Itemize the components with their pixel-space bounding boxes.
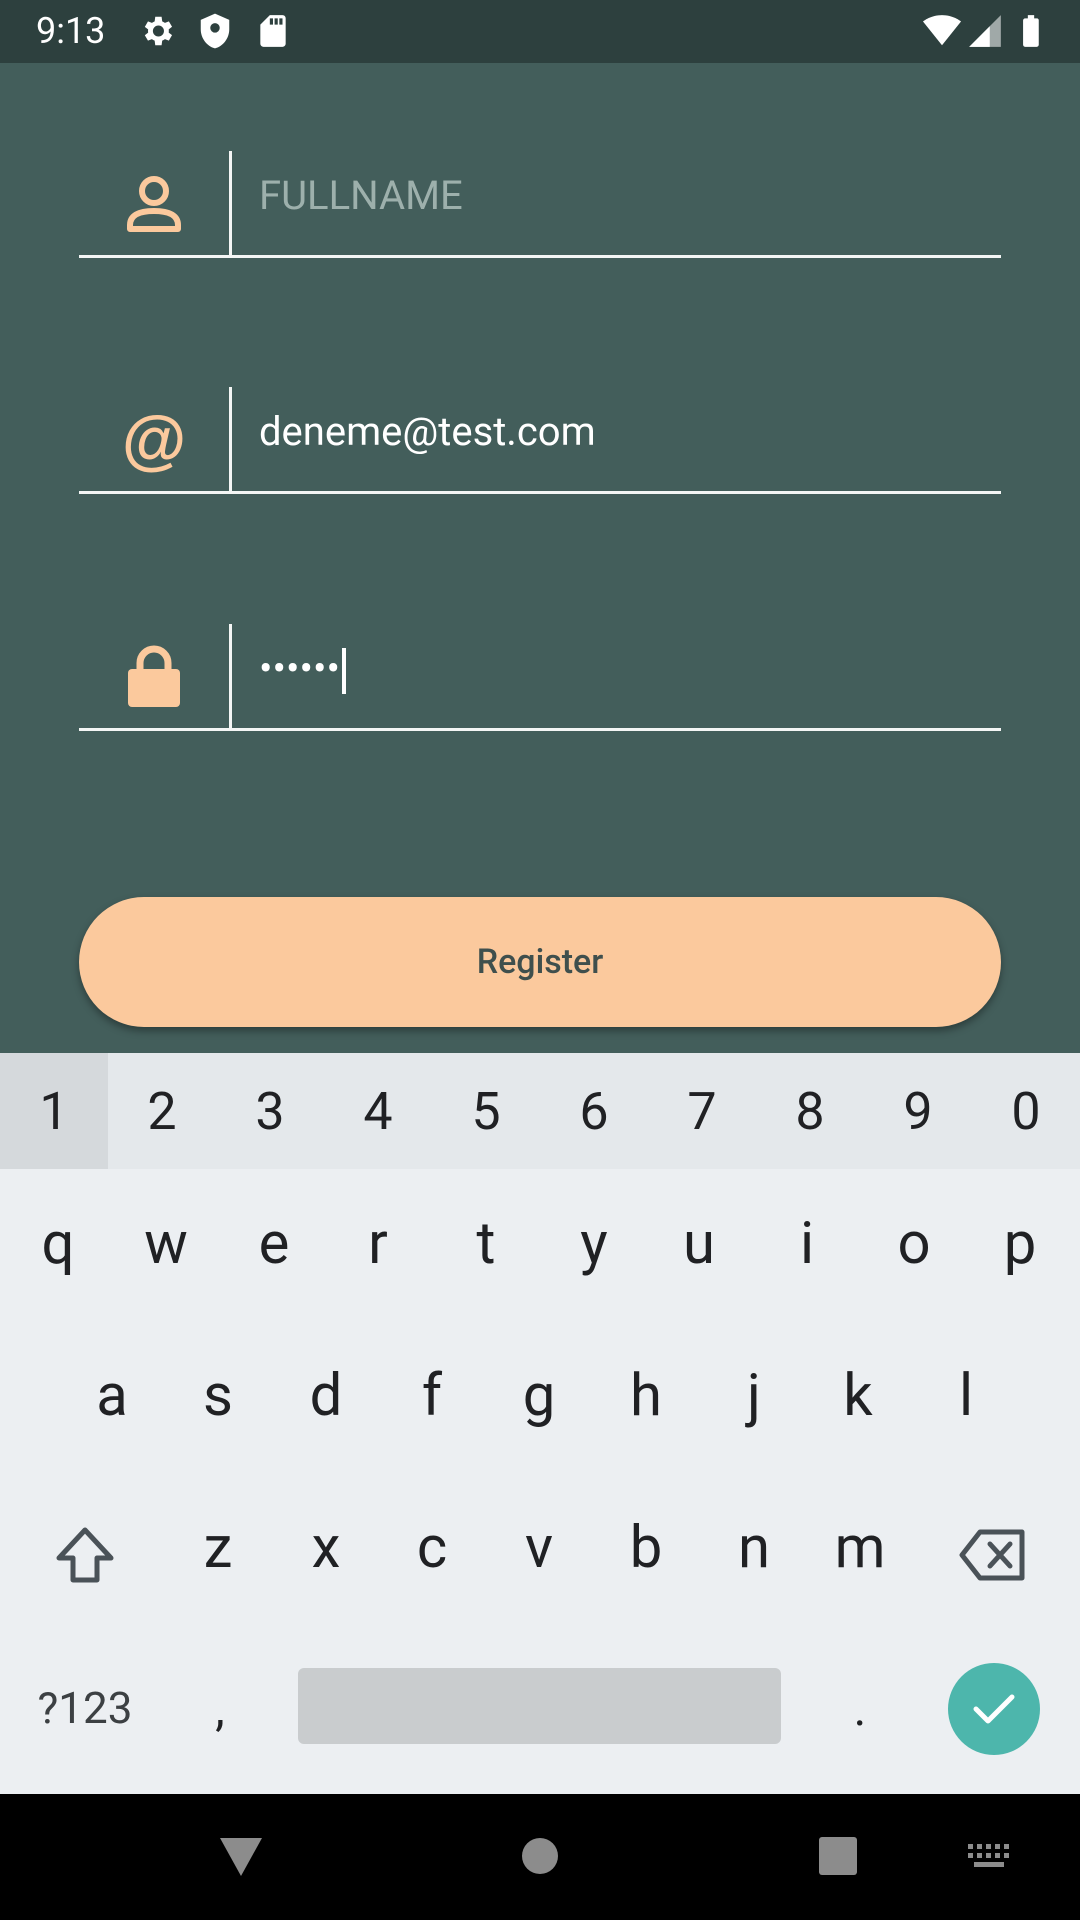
key-7[interactable]: 7 <box>648 1053 756 1169</box>
status-time: 9:13 <box>36 10 106 52</box>
field-divider <box>229 151 232 255</box>
comma-key[interactable]: , <box>166 1643 274 1773</box>
at-sign-icon: @ <box>121 402 187 476</box>
key-w[interactable]: w <box>112 1169 220 1319</box>
email-icon-box: @ <box>79 387 229 491</box>
key-z[interactable]: z <box>164 1473 272 1623</box>
password-field: •••••• <box>79 624 1001 731</box>
shift-arrow-icon <box>56 1527 114 1583</box>
checkmark-icon <box>973 1694 1015 1724</box>
shield-icon <box>200 13 230 49</box>
navigation-bar <box>0 1794 1080 1920</box>
key-l[interactable]: l <box>912 1321 1020 1471</box>
period-key[interactable]: . <box>806 1643 914 1773</box>
status-bar: 9:13 <box>0 0 1080 63</box>
key-d[interactable]: d <box>272 1321 380 1471</box>
key-i[interactable]: i <box>753 1169 861 1319</box>
key-9[interactable]: 9 <box>864 1053 972 1169</box>
key-b[interactable]: b <box>592 1473 700 1623</box>
field-divider <box>229 387 232 491</box>
key-m[interactable]: m <box>806 1473 914 1623</box>
keyboard-switch-icon[interactable] <box>968 1844 1010 1870</box>
password-input[interactable]: •••••• <box>259 624 979 728</box>
lock-icon <box>128 645 180 707</box>
key-x[interactable]: x <box>272 1473 380 1623</box>
sd-card-icon <box>260 15 286 47</box>
key-6[interactable]: 6 <box>540 1053 648 1169</box>
key-4[interactable]: 4 <box>324 1053 432 1169</box>
key-s[interactable]: s <box>164 1321 272 1471</box>
key-c[interactable]: c <box>378 1473 486 1623</box>
email-field: @ deneme@test.com <box>79 387 1001 494</box>
soft-keyboard: 1 2 3 4 5 6 7 8 9 0 q w e r t y u i o p … <box>0 1053 1080 1794</box>
key-n[interactable]: n <box>700 1473 808 1623</box>
shift-key[interactable] <box>30 1480 140 1630</box>
home-circle-icon[interactable] <box>520 1836 560 1876</box>
key-a[interactable]: a <box>58 1321 166 1471</box>
key-1[interactable]: 1 <box>0 1053 108 1169</box>
key-f[interactable]: f <box>378 1321 486 1471</box>
back-triangle-icon[interactable] <box>218 1836 264 1878</box>
symbols-key[interactable]: ?123 <box>20 1643 150 1773</box>
wifi-icon <box>923 15 961 46</box>
number-row: 1 2 3 4 5 6 7 8 9 0 <box>0 1053 1080 1169</box>
key-5[interactable]: 5 <box>432 1053 540 1169</box>
backspace-key[interactable] <box>938 1480 1048 1630</box>
key-0[interactable]: 0 <box>972 1053 1080 1169</box>
key-v[interactable]: v <box>485 1473 593 1623</box>
backspace-icon <box>959 1529 1025 1581</box>
key-2[interactable]: 2 <box>108 1053 216 1169</box>
password-masked-value: •••••• <box>259 645 340 692</box>
register-screen: FULLNAME @ deneme@test.com •••••• Regist… <box>0 63 1080 1053</box>
key-8[interactable]: 8 <box>756 1053 864 1169</box>
text-cursor <box>341 648 346 695</box>
key-p[interactable]: p <box>966 1169 1074 1319</box>
key-t[interactable]: t <box>432 1169 540 1319</box>
key-3[interactable]: 3 <box>216 1053 324 1169</box>
enter-key[interactable] <box>948 1663 1040 1755</box>
key-h[interactable]: h <box>592 1321 700 1471</box>
spacebar[interactable] <box>298 1668 781 1744</box>
person-icon <box>127 176 181 232</box>
fullname-field: FULLNAME <box>79 151 1001 258</box>
fullname-input[interactable]: FULLNAME <box>259 151 979 255</box>
password-icon-box <box>79 624 229 728</box>
field-divider <box>229 624 232 728</box>
key-k[interactable]: k <box>804 1321 912 1471</box>
key-g[interactable]: g <box>485 1321 593 1471</box>
register-button[interactable]: Register <box>79 897 1001 1027</box>
fullname-icon-box <box>79 151 229 255</box>
key-q[interactable]: q <box>4 1169 112 1319</box>
recents-square-icon[interactable] <box>818 1836 858 1876</box>
key-e[interactable]: e <box>220 1169 328 1319</box>
key-o[interactable]: o <box>860 1169 968 1319</box>
key-j[interactable]: j <box>700 1321 808 1471</box>
key-y[interactable]: y <box>540 1169 648 1319</box>
key-r[interactable]: r <box>324 1169 432 1319</box>
signal-icon <box>969 15 1001 47</box>
battery-icon <box>1023 15 1039 47</box>
gear-icon <box>144 16 173 46</box>
key-u[interactable]: u <box>645 1169 753 1319</box>
email-input[interactable]: deneme@test.com <box>259 387 979 491</box>
